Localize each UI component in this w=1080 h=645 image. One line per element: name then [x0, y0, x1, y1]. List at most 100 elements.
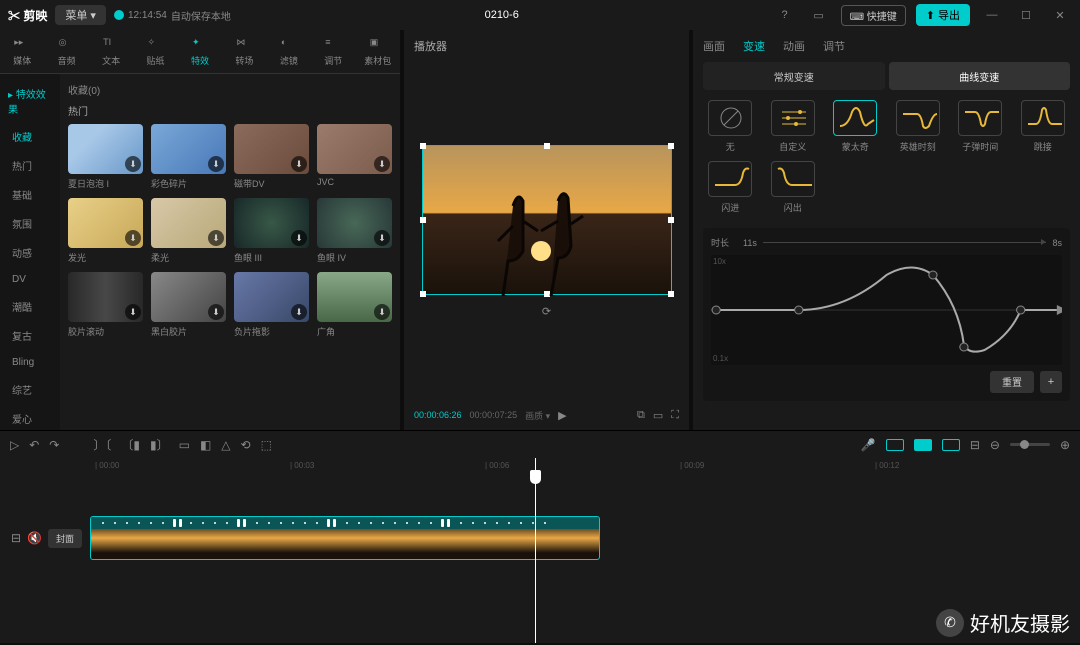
effect-card[interactable]: ⬇鱼眼 III: [234, 198, 309, 264]
add-point-button[interactable]: +: [1040, 371, 1062, 393]
asset-tab-filter[interactable]: ◐滤镜: [267, 30, 311, 73]
ratio-icon[interactable]: ▭: [653, 409, 663, 422]
zoom-in-button[interactable]: ⊕: [1060, 438, 1070, 452]
download-icon[interactable]: ⬇: [374, 304, 390, 320]
undo-button[interactable]: ↶: [29, 438, 39, 452]
fullscreen-icon[interactable]: ⛶: [671, 409, 679, 422]
download-icon[interactable]: ⬇: [208, 156, 224, 172]
zoom-slider[interactable]: [1010, 443, 1050, 446]
layout-icon[interactable]: ▭: [807, 9, 831, 22]
speed-preset-custom[interactable]: 自定义: [766, 100, 821, 153]
help-icon[interactable]: ?: [773, 9, 797, 21]
align-icon[interactable]: ⊟: [970, 438, 980, 452]
normal-speed-tab[interactable]: 常规变速: [703, 62, 885, 90]
effect-card[interactable]: ⬇鱼眼 IV: [317, 198, 392, 264]
curve-speed-tab[interactable]: 曲线变速: [889, 62, 1071, 90]
zoom-out-button[interactable]: ⊖: [990, 438, 1000, 452]
download-icon[interactable]: ⬇: [125, 304, 141, 320]
effect-card[interactable]: ⬇胶片滚动: [68, 272, 143, 338]
speed-preset-bullet[interactable]: 子弹时间: [953, 100, 1008, 153]
asset-tab-transition[interactable]: ⋈转场: [222, 30, 266, 73]
track-lock-icon[interactable]: ⊟: [11, 531, 21, 545]
menu-button[interactable]: 菜单 ▾: [55, 5, 106, 25]
export-button[interactable]: ⬆ 导出: [916, 4, 970, 26]
effect-card[interactable]: ⬇黑白胶片: [151, 272, 226, 338]
category-item[interactable]: 氛围: [0, 209, 60, 238]
download-icon[interactable]: ⬇: [208, 304, 224, 320]
track-mute-icon[interactable]: 🔇: [27, 531, 42, 545]
speed-preset-montage[interactable]: 蒙太奇: [828, 100, 883, 153]
speed-preset-flashout[interactable]: 闪出: [766, 161, 821, 214]
asset-tab-audio[interactable]: ◎音频: [44, 30, 88, 73]
timeline[interactable]: | 00:00| 00:03| 00:06| 00:09| 00:12 ⊟ 🔇 …: [0, 458, 1080, 643]
reset-button[interactable]: 重置: [990, 371, 1034, 393]
delete-left-tool[interactable]: 〔▮: [121, 436, 140, 453]
download-icon[interactable]: ⬇: [291, 156, 307, 172]
effect-card[interactable]: ⬇柔光: [151, 198, 226, 264]
select-tool[interactable]: ▷: [10, 438, 19, 452]
asset-tab-effect[interactable]: ✦特效: [178, 30, 222, 73]
quality-label[interactable]: 画质 ▾: [525, 409, 550, 422]
compare-icon[interactable]: ⧉: [637, 409, 645, 422]
category-item[interactable]: Bling: [0, 350, 60, 375]
effect-card[interactable]: ⬇彩色碎片: [151, 124, 226, 190]
category-item[interactable]: 收藏: [0, 122, 60, 151]
track-toggle-1[interactable]: [886, 439, 904, 451]
download-icon[interactable]: ⬇: [208, 230, 224, 246]
speed-preset-hero[interactable]: 英雄时刻: [891, 100, 946, 153]
video-preview[interactable]: [422, 145, 672, 295]
speed-preset-jump[interactable]: 跳接: [1016, 100, 1071, 153]
download-icon[interactable]: ⬇: [125, 156, 141, 172]
asset-tab-pack[interactable]: ▣素材包: [356, 30, 400, 73]
delete-right-tool[interactable]: ▮〕: [150, 436, 169, 453]
redo-button[interactable]: ↷: [49, 438, 59, 452]
effect-card[interactable]: ⬇磁带DV: [234, 124, 309, 190]
asset-tab-media[interactable]: ▸▸媒体: [0, 30, 44, 73]
effect-card[interactable]: ⬇JVC: [317, 124, 392, 190]
play-button[interactable]: ▶: [558, 409, 566, 422]
category-item[interactable]: 动感: [0, 238, 60, 267]
effect-card[interactable]: ⬇负片拖影: [234, 272, 309, 338]
download-icon[interactable]: ⬇: [291, 304, 307, 320]
close-button[interactable]: ✕: [1048, 9, 1072, 22]
curve-canvas[interactable]: 10x 0.1x: [711, 255, 1062, 365]
category-item[interactable]: 综艺: [0, 375, 60, 404]
download-icon[interactable]: ⬇: [374, 156, 390, 172]
download-icon[interactable]: ⬇: [374, 230, 390, 246]
track-toggle-2[interactable]: [914, 439, 932, 451]
prop-tab[interactable]: 调节: [823, 38, 845, 54]
crop-tool[interactable]: ⬚: [261, 438, 272, 452]
effect-card[interactable]: ⬇广角: [317, 272, 392, 338]
prop-tab[interactable]: 画面: [703, 38, 725, 54]
asset-tab-sticker[interactable]: ✧贴纸: [133, 30, 177, 73]
track-toggle-3[interactable]: [942, 439, 960, 451]
category-item[interactable]: DV: [0, 267, 60, 292]
delete-tool[interactable]: ▭: [179, 438, 190, 452]
prop-tab[interactable]: 变速: [743, 38, 765, 54]
rotate-icon[interactable]: ⟳: [542, 305, 551, 318]
effect-card[interactable]: ⬇发光: [68, 198, 143, 264]
minimize-button[interactable]: —: [980, 9, 1004, 21]
speed-preset-flashin[interactable]: 闪进: [703, 161, 758, 214]
asset-tab-text[interactable]: TI文本: [89, 30, 133, 73]
cover-button[interactable]: 封面: [48, 529, 82, 548]
freeze-tool[interactable]: ◧: [200, 438, 211, 452]
effect-card[interactable]: ⬇夏日泡泡 I: [68, 124, 143, 190]
mic-icon[interactable]: 🎤: [861, 438, 876, 452]
asset-tab-adjust[interactable]: ≡调节: [311, 30, 355, 73]
maximize-button[interactable]: ☐: [1014, 9, 1038, 22]
download-icon[interactable]: ⬇: [125, 230, 141, 246]
video-clip[interactable]: [90, 516, 600, 560]
category-item[interactable]: 爱心: [0, 404, 60, 430]
split-tool[interactable]: 〕〔: [93, 436, 111, 453]
speed-preset-none[interactable]: 无: [703, 100, 758, 153]
hotkey-button[interactable]: ⌨ 快捷键: [841, 5, 906, 26]
category-item[interactable]: 潮酷: [0, 292, 60, 321]
mirror-tool[interactable]: △: [221, 438, 230, 452]
category-item[interactable]: 复古: [0, 321, 60, 350]
rotate-tool[interactable]: ⟲: [241, 438, 251, 452]
category-item[interactable]: 基础: [0, 180, 60, 209]
playhead[interactable]: [535, 458, 536, 643]
prop-tab[interactable]: 动画: [783, 38, 805, 54]
category-item[interactable]: 热门: [0, 151, 60, 180]
